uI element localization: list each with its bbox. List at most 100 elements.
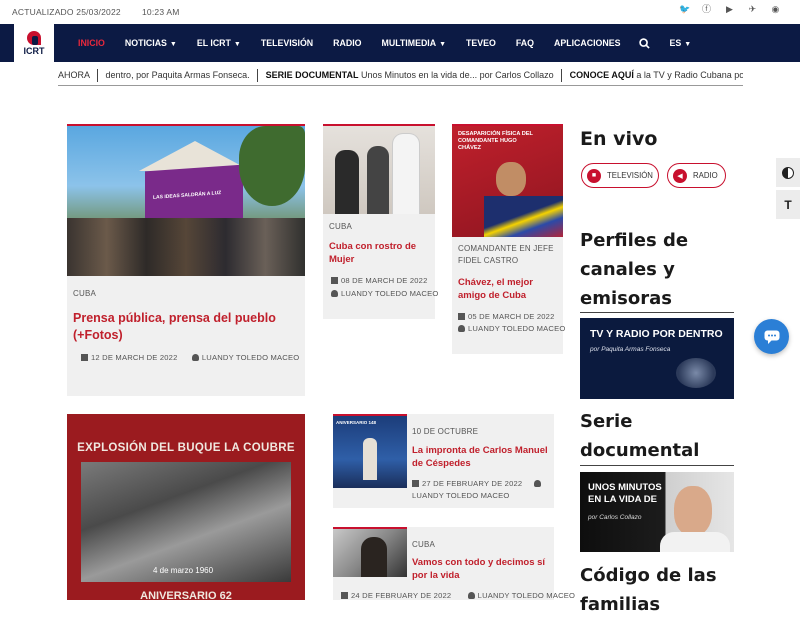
ticker-item-heading[interactable]: SERIE DOCUMENTAL	[266, 70, 359, 80]
article-card-chavez[interactable]: DESAPARICIÓN FÍSICA DEL COMANDANTE HUGO …	[452, 124, 565, 354]
article-author[interactable]: LUANDY TOLEDO MACEO	[412, 491, 509, 500]
news-ticker: AHORA dentro, por Paquita Armas Fonseca.…	[58, 64, 743, 86]
article-category[interactable]: CUBA	[73, 289, 96, 298]
updated-date: ACTUALIZADO 25/03/2022	[12, 7, 121, 17]
icrt-logo[interactable]: ICRT	[14, 24, 54, 62]
article-image[interactable]	[333, 527, 407, 577]
banner-title: TV Y RADIO POR DENTRO	[590, 328, 723, 340]
menu-item-noticias[interactable]: NOTICIAS ▼	[115, 24, 187, 62]
video-camera-icon: ■	[587, 168, 601, 183]
ticker-item-heading[interactable]: CONOCE AQUÍ	[570, 70, 634, 80]
article-author[interactable]: LUANDY TOLEDO MACEO	[202, 353, 299, 362]
twitter-icon[interactable]: 🐦	[679, 5, 690, 14]
article-author[interactable]: LUANDY TOLEDO MACEO	[341, 289, 438, 298]
ticker-separator	[257, 69, 259, 83]
article-card-prensa[interactable]: LAS IDEAS SALDRÁN A LUZ CUBA Prensa públ…	[67, 124, 305, 396]
menu-label: TELEVISIÓN	[260, 38, 314, 48]
article-title[interactable]: Cuba con rostro de Mujer	[329, 241, 429, 267]
youtube-icon[interactable]: ▶	[725, 5, 734, 14]
article-category[interactable]: CUBA	[329, 222, 352, 231]
article-title[interactable]: Chávez, el mejor amigo de Cuba	[458, 277, 562, 303]
menu-item-multimedia[interactable]: MULTIMEDIA ▼	[372, 24, 457, 62]
top-bar: ACTUALIZADO 25/03/2022 10:23 AM 🐦 ⓕ ▶ ✈ …	[0, 0, 800, 24]
user-icon	[467, 592, 475, 599]
chat-button[interactable]	[754, 319, 789, 354]
banner-sign-text: LAS IDEAS SALDRÁN A LUZ	[153, 190, 222, 201]
rss-icon[interactable]: ◉	[771, 5, 780, 14]
image-headline: DESAPARICIÓN FÍSICA DEL COMANDANTE HUGO …	[458, 131, 533, 151]
menu-item-teveo[interactable]: TEVEO	[456, 24, 506, 62]
article-title[interactable]: La impronta de Carlos Manuel de Céspedes	[412, 445, 550, 471]
article-image[interactable]: DESAPARICIÓN FÍSICA DEL COMANDANTE HUGO …	[452, 124, 563, 237]
person-shape	[496, 162, 526, 196]
chevron-down-icon: ▼	[169, 41, 177, 48]
ticker-item[interactable]: Unos Minutos en la vida de... por Carlos…	[361, 70, 554, 80]
user-icon	[331, 290, 338, 297]
ticker-item[interactable]: a la TV y Radio Cubana por dentro, p	[636, 70, 743, 80]
menu-item-el-icrt[interactable]: EL ICRT ▼	[187, 24, 251, 62]
article-category[interactable]: 10 DE OCTUBRE	[412, 427, 478, 436]
font-size-toggle[interactable]: T	[776, 190, 800, 219]
ticker-item[interactable]: dentro, por Paquita Armas Fonseca.	[106, 70, 250, 80]
radio-live-button[interactable]: ◀ RADIO	[667, 163, 726, 188]
article-author[interactable]: LUANDY TOLEDO MACEO	[478, 591, 575, 600]
menu-label: EL ICRT	[196, 38, 231, 48]
search-button[interactable]	[630, 24, 659, 62]
text-size-icon: T	[784, 197, 792, 212]
article-image[interactable]: ANIVERSARIO 148	[333, 414, 407, 488]
television-live-button[interactable]: ■ TELEVISIÓN	[581, 163, 659, 188]
logo-mark-icon	[25, 30, 43, 45]
chevron-down-icon: ▼	[684, 41, 692, 48]
perfiles-heading: Perfiles de canales y emisoras	[580, 230, 689, 309]
article-title[interactable]: Vamos con todo y decimos sí por la vida	[412, 557, 550, 583]
ticker-separator	[561, 69, 563, 83]
image-headline: EXPLOSIÓN DEL BUQUE LA COUBRE	[77, 442, 295, 454]
tree-shape	[239, 126, 305, 206]
article-meta: LUANDY TOLEDO MACEO	[331, 289, 438, 298]
serie-documental-heading: Serie documental	[580, 411, 700, 461]
calendar-icon	[458, 313, 465, 320]
menu-item-television[interactable]: TELEVISIÓN	[251, 24, 323, 62]
image-badge: ANIVERSARIO 148	[336, 420, 377, 425]
tv-radio-por-dentro-banner[interactable]: TV Y RADIO POR DENTRO por Paquita Armas …	[580, 318, 734, 399]
menu-item-radio[interactable]: RADIO	[323, 24, 371, 62]
menu-item-faq[interactable]: FAQ	[506, 24, 544, 62]
menu-label: MULTIMEDIA	[381, 38, 437, 48]
chevron-down-icon: ▼	[233, 41, 241, 48]
article-card-coubre[interactable]: EXPLOSIÓN DEL BUQUE LA COUBRE 4 de marzo…	[67, 414, 305, 602]
article-card-cespedes[interactable]: ANIVERSARIO 148 10 DE OCTUBRE La impront…	[333, 414, 554, 508]
menu-item-inicio[interactable]: INICIO	[68, 24, 115, 62]
article-category[interactable]: COMANDANTE EN JEFE FIDEL CASTRO	[458, 243, 558, 267]
article-card-mujer[interactable]: CUBA Cuba con rostro de Mujer 08 DE MARC…	[323, 124, 438, 319]
contrast-toggle[interactable]	[776, 158, 800, 187]
menu-item-aplicaciones[interactable]: APLICACIONES	[544, 24, 630, 62]
telegram-icon[interactable]: ✈	[748, 5, 757, 14]
image-anniversary: ANIVERSARIO 62	[140, 590, 232, 602]
social-links: 🐦 ⓕ ▶ ✈ ◉	[679, 5, 780, 14]
calendar-icon	[81, 354, 88, 361]
article-date: 24 DE FEBRUARY DE 2022	[351, 591, 452, 600]
article-title[interactable]: Prensa pública, prensa del pueblo (+Foto…	[73, 310, 295, 344]
menu-label: NOTICIAS	[124, 38, 167, 48]
article-date: 05 DE MARCH DE 2022	[468, 312, 555, 321]
article-image[interactable]	[323, 124, 435, 214]
article-category[interactable]: CUBA	[412, 540, 435, 549]
main-navigation: ICRT INICIO NOTICIAS ▼ EL ICRT ▼ TELEVISIÓ…	[0, 24, 800, 62]
article-card-vamos[interactable]: CUBA Vamos con todo y decimos sí por la …	[333, 527, 575, 600]
facebook-icon[interactable]: ⓕ	[702, 5, 711, 14]
person-shape	[660, 532, 730, 552]
article-author[interactable]: LUANDY TOLEDO MACEO	[468, 324, 565, 333]
language-selector[interactable]: ES ▼	[659, 24, 701, 62]
article-date: 08 DE MARCH DE 2022	[341, 276, 428, 285]
menu-label: RADIO	[333, 38, 362, 48]
article-meta: 05 DE MARCH DE 2022	[458, 312, 555, 321]
image-date: 4 de marzo 1960	[153, 566, 214, 575]
menu-label: INICIO	[78, 38, 105, 48]
article-meta: 27 DE FEBRUARY DE 2022	[412, 479, 544, 488]
article-meta: LUANDY TOLEDO MACEO	[412, 491, 509, 500]
unos-minutos-banner[interactable]: UNOS MINUTOS EN LA VIDA DE por Carlos Co…	[580, 472, 734, 552]
language-label: ES	[669, 38, 682, 48]
article-image[interactable]: 4 de marzo 1960	[81, 462, 291, 582]
person-shape	[393, 134, 419, 214]
article-image[interactable]: LAS IDEAS SALDRÁN A LUZ	[67, 124, 305, 276]
